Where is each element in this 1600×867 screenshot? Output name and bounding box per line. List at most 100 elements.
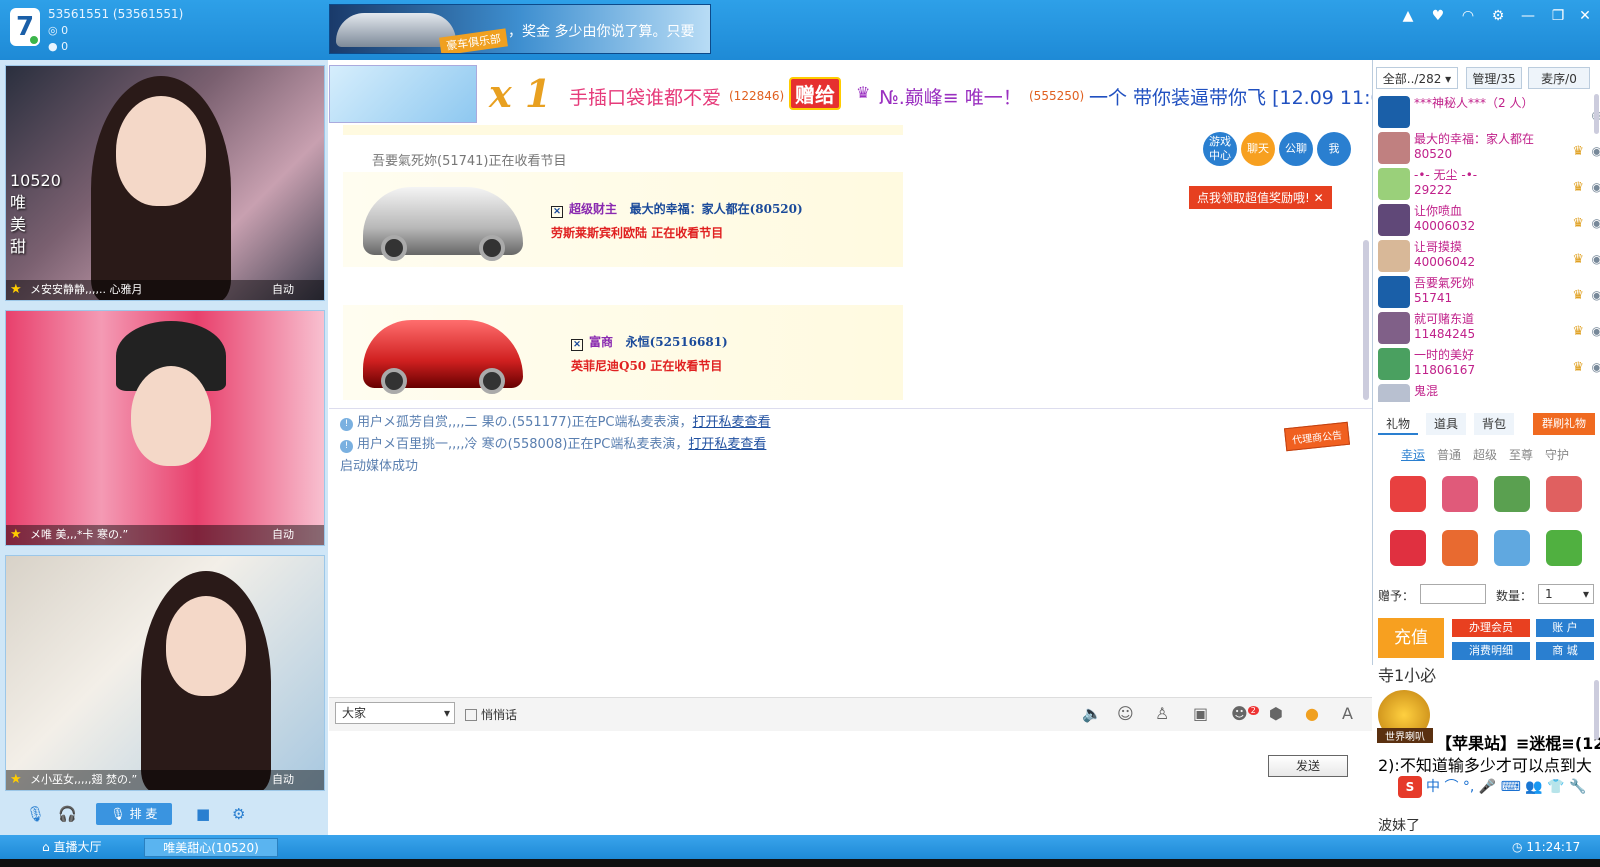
- open-private-link[interactable]: 打开私麦查看: [693, 415, 771, 430]
- account-button[interactable]: 账 户: [1536, 619, 1594, 637]
- box-icon[interactable]: ⬢: [1269, 704, 1283, 723]
- tab-props[interactable]: 道具: [1426, 413, 1466, 435]
- gift-item[interactable]: [1546, 476, 1582, 512]
- settings-icon[interactable]: ⚙: [232, 805, 245, 823]
- chevron-down-icon: ▾: [443, 706, 450, 720]
- give-to-input[interactable]: [1420, 584, 1486, 604]
- open-private-link[interactable]: 打开私麦查看: [688, 437, 766, 452]
- user-list-item[interactable]: 鬼混: [1378, 382, 1588, 402]
- whisper-checkbox[interactable]: 悄悄话: [465, 706, 517, 723]
- ime-toolbar[interactable]: 中 ⌒ °, 🎤 ⌨ 👥 👕 🔧: [1394, 776, 1600, 798]
- ad-banner[interactable]: 豪车俱乐部 ，奖金 多少由你说了算。只要: [329, 4, 711, 54]
- tab-all-users[interactable]: 全部../282 ▾: [1376, 67, 1458, 89]
- restore-icon[interactable]: ❐: [1548, 8, 1568, 24]
- gift-item[interactable]: [1442, 476, 1478, 512]
- user-list-item[interactable]: 一时的美好 11806167 ♛ ◉: [1378, 346, 1600, 382]
- gift-category-super[interactable]: 超级: [1473, 446, 1497, 463]
- broadcast-text: 波妹了: [1378, 818, 1420, 834]
- tab-backpack[interactable]: 背包: [1474, 413, 1514, 435]
- msg-body: メ百里挑一,,,,冷 寒の(558008)正在PC端私麦表演，: [383, 437, 689, 452]
- reward-banner[interactable]: 点我领取超值奖励哦! ✕: [1189, 186, 1332, 209]
- ime-logo-icon[interactable]: S: [1398, 776, 1422, 798]
- avatar: [1378, 384, 1410, 402]
- gear-icon[interactable]: ⚙: [1488, 8, 1508, 24]
- video-panel-1[interactable]: 10520 唯 美 甜 メ安安静静,,,,.. 心雅月 ★ 自动: [5, 65, 325, 301]
- tab-mic-queue[interactable]: 麦序/0: [1528, 67, 1590, 89]
- gift-category-guard[interactable]: 守护: [1545, 446, 1569, 463]
- user-list-item[interactable]: 让你喷血 40006032 ♛ ◉: [1378, 202, 1600, 238]
- spending-detail-button[interactable]: 消费明细: [1452, 642, 1530, 660]
- quantity-select[interactable]: 1 ▾: [1538, 584, 1594, 604]
- volume-icon[interactable]: 🔈: [1082, 704, 1102, 723]
- card-action: 正在收看节目: [651, 226, 724, 240]
- video-panel-3[interactable]: メ小巫女,,,,,翅 焚の.” ★ 自动: [5, 555, 325, 791]
- broadcast-scrollbar[interactable]: [1594, 680, 1599, 740]
- user-list-item[interactable]: 让哥摸摸 40006042 ♛ ◉: [1378, 238, 1600, 274]
- user-list-item[interactable]: ***神秘人***（2 人）◉: [1378, 94, 1600, 130]
- card-user[interactable]: 最大的幸福：家人都在(80520): [630, 202, 803, 216]
- video-mode[interactable]: 自动: [272, 526, 294, 542]
- user-list-item[interactable]: -•- 无尘 -•- 29222 ♛ ◉: [1378, 166, 1600, 202]
- performer-face: [116, 96, 206, 206]
- message-icon[interactable]: ☻ 2: [1231, 704, 1259, 723]
- rank-label: 富商: [589, 335, 614, 349]
- game-center-button[interactable]: 游戏 中心: [1203, 132, 1237, 166]
- gift-item[interactable]: [1390, 530, 1426, 566]
- user-icon[interactable]: ♙: [1155, 704, 1169, 723]
- gift-item[interactable]: [1546, 530, 1582, 566]
- tab-gifts[interactable]: 礼物: [1378, 413, 1418, 435]
- home-icon: ⌂: [42, 840, 50, 854]
- broadcast-message: 2):不知道输多少才可以点到大: [1378, 756, 1592, 775]
- screenshot-icon[interactable]: ▣: [1193, 704, 1208, 723]
- gift-item[interactable]: [1390, 476, 1426, 512]
- microphone-icon[interactable]: 🎙: [26, 805, 45, 823]
- mall-button[interactable]: 商 城: [1536, 642, 1594, 660]
- checkbox-icon: ✕: [551, 206, 563, 218]
- skin-icon[interactable]: ▲: [1398, 8, 1418, 24]
- minimize-icon[interactable]: —: [1518, 8, 1538, 24]
- close-icon[interactable]: ✕: [1314, 191, 1324, 205]
- fruit-icon[interactable]: ●: [1305, 704, 1319, 723]
- gift-item[interactable]: [1442, 530, 1478, 566]
- font-icon[interactable]: A: [1342, 704, 1353, 723]
- video-panel-2[interactable]: メ唯 美,,,*卡 寒の.” ★ 自动: [5, 310, 325, 546]
- user-name: 就可赌东道: [1414, 312, 1475, 326]
- checkbox-icon[interactable]: [465, 709, 477, 721]
- tab-admins[interactable]: 管理/35: [1466, 67, 1522, 89]
- user-list-item[interactable]: 吾要氣死妳 51741 ♛ ◉: [1378, 274, 1600, 310]
- recharge-button[interactable]: 充值: [1378, 618, 1444, 658]
- chat-scrollbar[interactable]: [1363, 240, 1369, 400]
- video-mode[interactable]: 自动: [272, 281, 294, 297]
- gift-category-normal[interactable]: 普通: [1437, 446, 1461, 463]
- marquee-receiver-id: (555250): [1029, 89, 1085, 103]
- crown-icon: ♛: [1572, 144, 1584, 159]
- close-icon[interactable]: ✕: [1575, 8, 1595, 24]
- chat-button[interactable]: 聊天: [1241, 132, 1275, 166]
- send-button[interactable]: 发送: [1268, 755, 1348, 777]
- gift-category-lucky[interactable]: 幸运: [1401, 446, 1425, 463]
- gift-category-supreme[interactable]: 至尊: [1509, 446, 1533, 463]
- card-user[interactable]: 永恒(52516681): [626, 335, 728, 349]
- crown-icon: ♛: [1572, 360, 1584, 375]
- queue-button[interactable]: 🎙 排 麦: [96, 803, 172, 825]
- me-button[interactable]: 我: [1317, 132, 1351, 166]
- emoji-icon[interactable]: ☺: [1117, 704, 1134, 723]
- recipient-select[interactable]: 大家 ▾: [335, 702, 455, 724]
- vip-button[interactable]: 办理会员: [1452, 619, 1530, 637]
- user-list-item[interactable]: 就可赌东道 11484245 ♛ ◉: [1378, 310, 1600, 346]
- camera-icon[interactable]: ■: [196, 805, 210, 823]
- group-gift-button[interactable]: 群刷礼物: [1533, 413, 1595, 435]
- user-list-scrollbar[interactable]: [1594, 94, 1599, 134]
- wifi-icon[interactable]: ◠: [1458, 8, 1478, 24]
- room-tab[interactable]: 唯美甜心(10520): [144, 838, 278, 857]
- user-list-item[interactable]: 最大的幸福：家人都在 80520 ♛ ◉: [1378, 130, 1600, 166]
- video-mode[interactable]: 自动: [272, 771, 294, 787]
- gift-item[interactable]: [1494, 476, 1530, 512]
- public-chat-button[interactable]: 公聊: [1279, 132, 1313, 166]
- user-id: 29222: [1414, 183, 1453, 197]
- heart-icon[interactable]: ♥: [1428, 8, 1448, 24]
- live-hall-button[interactable]: ⌂ 直播大厅: [34, 838, 142, 857]
- headphone-icon[interactable]: 🎧: [58, 805, 77, 823]
- gift-item[interactable]: [1494, 530, 1530, 566]
- message-input[interactable]: [329, 731, 1372, 834]
